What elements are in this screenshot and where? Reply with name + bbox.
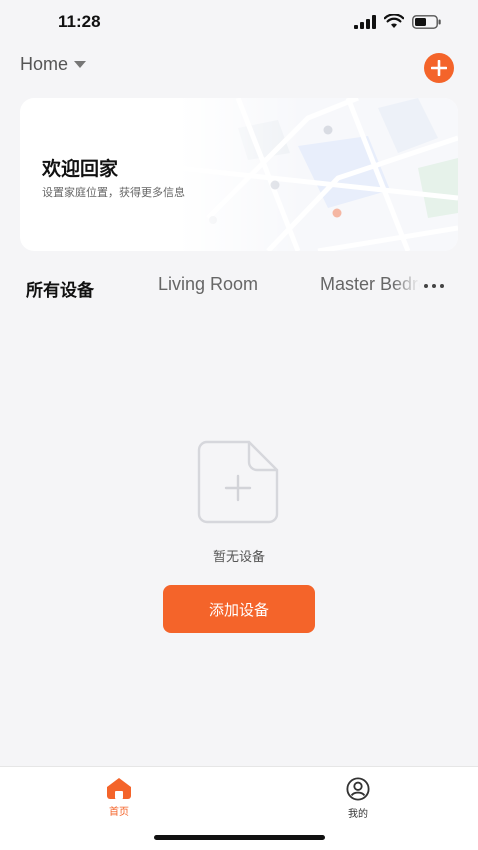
add-button[interactable] (424, 53, 454, 83)
wifi-icon (384, 14, 404, 28)
home-selector-label: Home (20, 54, 69, 74)
map-illustration (178, 98, 458, 251)
welcome-card[interactable]: 欢迎回家 设置家庭位置，获得更多信息 (20, 98, 458, 251)
more-icon[interactable] (424, 278, 450, 294)
empty-state-message: 暂无设备 (212, 550, 265, 565)
nav-profile[interactable]: 我的 (328, 777, 388, 820)
room-tabs: 所有设备 Living Room Master Bedroom (0, 270, 478, 304)
home-icon (107, 778, 131, 799)
tab-fade (392, 270, 420, 304)
tab-living-room[interactable]: Living Room (158, 274, 258, 295)
home-selector[interactable]: Home (20, 54, 87, 75)
nav-profile-label: 我的 (348, 809, 368, 820)
status-time: 11:28 (58, 12, 101, 31)
empty-document-icon (197, 440, 279, 524)
status-icons (354, 14, 442, 29)
welcome-title: 欢迎回家 (42, 158, 119, 180)
welcome-subtitle: 设置家庭位置，获得更多信息 (42, 186, 185, 199)
battery-icon (412, 14, 441, 29)
home-indicator (154, 835, 325, 840)
tab-all-devices[interactable]: 所有设备 (26, 276, 94, 301)
cellular-signal-icon (354, 14, 376, 29)
chevron-down-icon (74, 60, 87, 68)
status-bar: 11:28 (0, 0, 478, 44)
nav-home-label: 首页 (109, 807, 129, 818)
nav-home[interactable]: 首页 (89, 777, 149, 818)
add-device-button[interactable]: 添加设备 (163, 585, 315, 633)
plus-icon (431, 60, 447, 76)
profile-icon (346, 777, 370, 801)
header: Home (0, 50, 478, 86)
